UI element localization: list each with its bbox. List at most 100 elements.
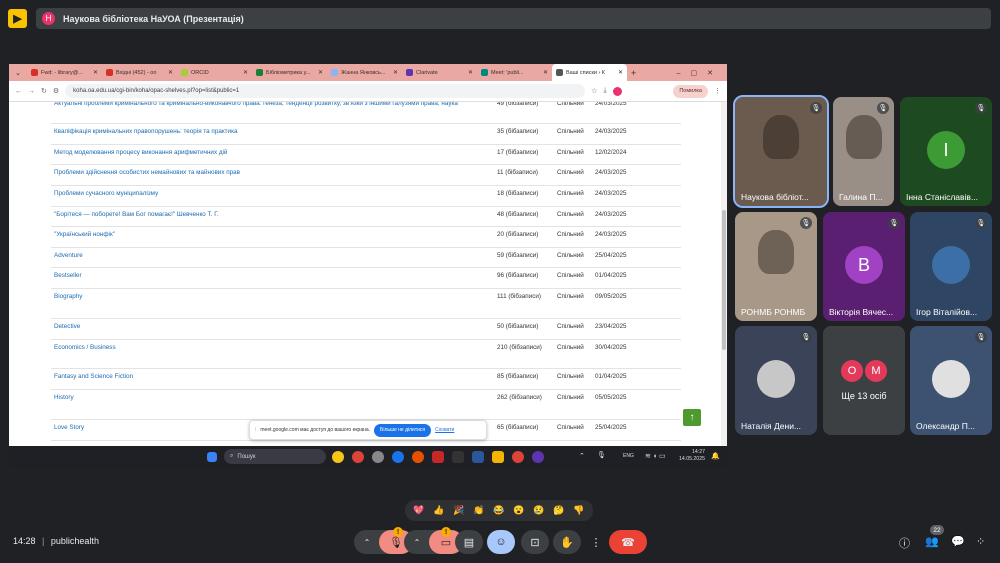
tab-close-icon[interactable]: ✕ — [243, 69, 248, 76]
windows-taskbar: ⌕ Пошук ⌃ 🎙 ENG ≋ ◖ ▭ 14:27 14.05.2025 🔔 — [9, 446, 727, 468]
camera-options-icon[interactable]: ⌃ — [405, 538, 429, 547]
app-icon-3[interactable] — [392, 451, 404, 463]
taskbar-search[interactable]: ⌕ Пошук — [224, 449, 326, 464]
new-tab-icon[interactable]: + — [631, 68, 636, 78]
participant-tile[interactable]: Наталія Дени... 🎙 — [735, 326, 817, 435]
browser-tab[interactable]: Meet: 'publi... ✕ — [477, 64, 552, 81]
url-field[interactable]: koha.oa.edu.ua/cgi-bin/koha/opac-shelves… — [65, 84, 586, 98]
input-language[interactable]: ENG — [623, 453, 634, 459]
reload-icon[interactable]: ↻ — [41, 87, 47, 95]
scroll-top-button[interactable]: ↑ — [683, 409, 701, 426]
reactions-button[interactable]: ☺ — [487, 530, 515, 554]
shelf-title-link[interactable]: History — [54, 394, 484, 402]
error-pill[interactable]: Помилка — [673, 84, 708, 98]
people-icon[interactable]: 👥 — [925, 535, 939, 548]
forward-icon[interactable]: → — [28, 88, 35, 95]
tab-close-icon[interactable]: ✕ — [393, 69, 398, 76]
site-info-icon[interactable]: ⚙ — [53, 87, 59, 95]
activities-icon[interactable]: ⁘ — [976, 535, 985, 548]
participant-tile[interactable]: О М Ще 13 осіб — [823, 326, 905, 435]
reaction-emoji[interactable]: 👏 — [473, 505, 484, 516]
wifi-volume-battery-icon[interactable]: ≋ ◖ ▭ — [645, 452, 666, 460]
presentation-title-bar[interactable]: Н Наукова бібліотека НаУОА (Презентація) — [36, 8, 991, 29]
app-icon-4[interactable] — [412, 451, 424, 463]
shelf-title-link[interactable]: Economics / Business — [54, 344, 484, 352]
acrobat-icon[interactable] — [432, 451, 444, 463]
reaction-emoji[interactable]: 🤔 — [553, 505, 564, 516]
tray-clock[interactable]: 14:27 14.05.2025 — [679, 449, 705, 463]
handle-icon[interactable]: ⁞ — [255, 427, 256, 433]
page-scrollbar-thumb[interactable] — [722, 210, 726, 350]
chat-icon[interactable]: 💬 — [951, 535, 965, 548]
shelf-title-link[interactable]: Кваліфікація кримінальних правопорушень:… — [54, 128, 484, 136]
participant-tile[interactable]: Олександр П... 🎙 — [910, 326, 992, 435]
participant-tile[interactable]: Наукова бібліот... 🎙 — [733, 95, 829, 208]
reaction-emoji[interactable]: 👎 — [573, 505, 584, 516]
shelf-title-link[interactable]: Проблеми сучасного муніципалізму — [54, 190, 484, 198]
explorer-icon[interactable] — [492, 451, 504, 463]
download-icon[interactable]: ⤓ — [603, 87, 606, 95]
captions-button[interactable]: ▤ — [455, 530, 483, 554]
hide-notice-link[interactable]: Сховати — [435, 427, 454, 433]
tab-search-icon[interactable]: ⌄ — [9, 69, 27, 77]
browser-tab[interactable]: Вхідні (452) - оо ✕ — [102, 64, 177, 81]
chrome-icon[interactable] — [352, 451, 364, 463]
shelf-title-link[interactable]: Detective — [54, 323, 484, 331]
bookmark-star-icon[interactable]: ☆ — [591, 87, 597, 95]
participant-tile[interactable]: І Інна Станіславів... 🎙 — [900, 97, 992, 206]
participant-tile[interactable]: РОНМБ РОНМБ 🎙 — [735, 212, 817, 321]
participant-count-badge: 22 — [930, 525, 944, 535]
participant-tile[interactable]: Ігор Віталійов... 🎙 — [910, 212, 992, 321]
browser-tab[interactable]: Бібліометрика у... ✕ — [252, 64, 327, 81]
app-icon-6[interactable] — [532, 451, 544, 463]
shelf-title-link[interactable]: "Український нонфік" — [54, 231, 484, 239]
tab-close-icon[interactable]: ✕ — [468, 69, 473, 76]
shelf-title-link[interactable]: Biography — [54, 293, 484, 301]
browser-tab[interactable]: Clarivate ✕ — [402, 64, 477, 81]
participant-tile[interactable]: В Вікторія Вячес... 🎙 — [823, 212, 905, 321]
leave-call-button[interactable]: ☎ — [609, 530, 647, 554]
reaction-emoji[interactable]: 🎉 — [453, 505, 464, 516]
reaction-emoji[interactable]: 😮 — [513, 505, 524, 516]
profile-avatar[interactable] — [612, 86, 622, 96]
windows-start-icon[interactable] — [207, 452, 217, 462]
shelf-title-link[interactable]: Bestseller — [54, 272, 484, 280]
shelf-title-link[interactable]: Проблеми здійснення особистих немайнових… — [54, 169, 484, 177]
shelf-title-link[interactable]: Актуальні проблеми кримінального та крим… — [54, 102, 484, 108]
browser-tab[interactable]: Ваші списки › К ✕ — [552, 64, 627, 81]
tray-chevron-icon[interactable]: ⌃ — [579, 452, 585, 460]
menu-icon[interactable]: ⋮ — [714, 87, 721, 95]
tab-close-icon[interactable]: ✕ — [618, 69, 623, 76]
reaction-emoji[interactable]: 😂 — [493, 505, 504, 516]
tab-close-icon[interactable]: ✕ — [318, 69, 323, 76]
meeting-info-icon[interactable]: ⓘ — [899, 535, 910, 551]
tab-close-icon[interactable]: ✕ — [543, 69, 548, 76]
chrome-icon-2[interactable] — [512, 451, 524, 463]
app-icon-2[interactable] — [372, 451, 384, 463]
app-icon-1[interactable] — [332, 451, 344, 463]
more-options-button[interactable]: ⋮ — [587, 530, 605, 554]
reaction-emoji[interactable]: 👍 — [433, 505, 444, 516]
notification-icon[interactable]: 🔔 — [711, 452, 720, 460]
browser-tab[interactable]: Жанна Янковсь... ✕ — [327, 64, 402, 81]
tab-close-icon[interactable]: ✕ — [168, 69, 173, 76]
mic-options-icon[interactable]: ⌃ — [355, 538, 379, 547]
shelf-title-link[interactable]: Метод моделювання процесу виконання ариф… — [54, 149, 484, 157]
raise-hand-button[interactable]: ✋ — [553, 530, 581, 554]
word-icon[interactable] — [472, 451, 484, 463]
shelf-title-link[interactable]: Adventure — [54, 252, 484, 260]
shelf-title-link[interactable]: "Борітеся — поборете! Вам Бог помагає!" … — [54, 211, 484, 219]
reaction-emoji[interactable]: 😢 — [533, 505, 544, 516]
browser-tab[interactable]: ORCID ✕ — [177, 64, 252, 81]
browser-tab[interactable]: Fwd: - library@... ✕ — [27, 64, 102, 81]
shelf-title-link[interactable]: Fantasy and Science Fiction — [54, 373, 484, 381]
present-button[interactable]: ⊡ — [521, 530, 549, 554]
window-controls-icon[interactable]: –▢✕ — [677, 69, 727, 77]
reaction-emoji[interactable]: 💖 — [413, 505, 424, 516]
app-icon-5[interactable] — [452, 451, 464, 463]
participant-tile[interactable]: Галина П... 🎙 — [833, 97, 894, 206]
tab-close-icon[interactable]: ✕ — [93, 69, 98, 76]
back-icon[interactable]: ← — [15, 88, 22, 95]
tray-mic-icon[interactable]: 🎙 — [597, 451, 606, 459]
stop-sharing-button[interactable]: Більше не ділитися — [374, 423, 432, 437]
